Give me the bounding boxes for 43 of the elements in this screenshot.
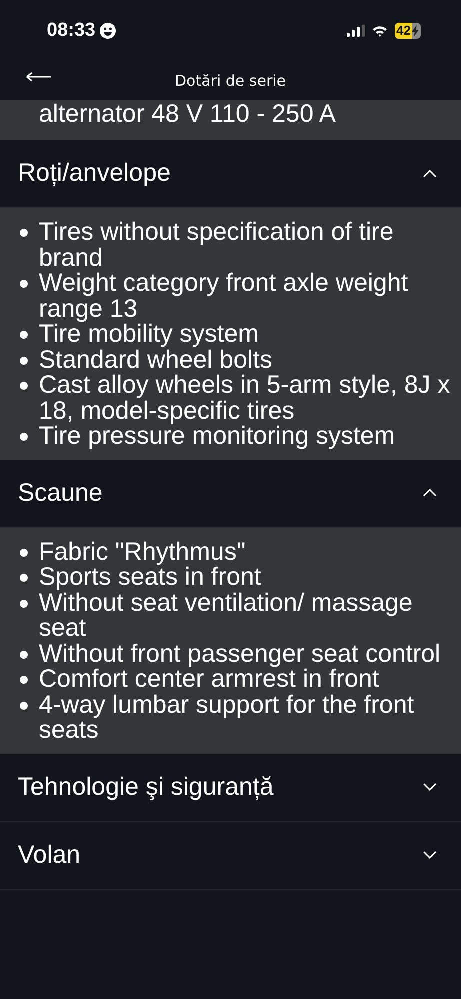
smiley-icon [100,23,116,39]
list-item: 4-way lumbar support for the front seats [39,692,416,744]
bullet-icon [20,574,28,582]
list-item: Sports seats in front [39,565,262,590]
list-item: Comfort center armrest in front [39,667,380,692]
bullet-icon [20,382,28,390]
list-item: Without front passenger seat control [39,642,441,667]
wifi-icon [372,25,388,37]
section-title: Scaune [18,478,103,508]
bullet-icon [20,331,28,339]
list-item: Standard wheel bolts [39,348,272,373]
bullet-icon [20,600,28,608]
bullet-icon [20,548,28,556]
bullet-icon [20,356,28,364]
clock-time: 08:33 [47,20,96,42]
list-item: Cast alloy wheels in 5-arm style, 8J x 18, model-specific tires [39,373,451,424]
back-button[interactable] [24,70,54,84]
page-title: Dotări de serie [174,72,286,90]
section-title: Roți/anvelope [18,159,171,188]
bullet-icon [20,229,28,237]
signal-icon [346,25,365,37]
section-title: Tehnologie şi siguranță [18,772,274,802]
chevron-down-icon [423,851,437,859]
bullet-icon [20,280,28,288]
list-item: Without seat ventilation/ massage seat [39,590,414,642]
list-item: alternator 48 V 110 - 250 A [39,100,336,128]
bullet-icon [20,650,28,658]
back-arrow-icon [26,72,52,82]
list-item: Weight category front axle weight range 13 [39,271,410,322]
battery-indicator: 42 [394,23,421,39]
chevron-up-icon [423,170,437,178]
bullet-icon [20,676,28,684]
bullet-icon [20,702,28,710]
section-title: Volan [18,840,81,870]
list-item: Tires without specification of tire brand [39,220,395,271]
chevron-up-icon [423,489,437,497]
bullet-icon [20,433,28,441]
chevron-down-icon [423,783,437,791]
list-item: Tire mobility system [39,322,259,348]
section-header[interactable]: Volan [0,822,461,890]
list-item: Tire pressure monitoring system [39,424,396,450]
list-item: Fabric "Rhythmus" [39,540,246,565]
section-header[interactable]: Tehnologie şi siguranță [0,754,461,822]
